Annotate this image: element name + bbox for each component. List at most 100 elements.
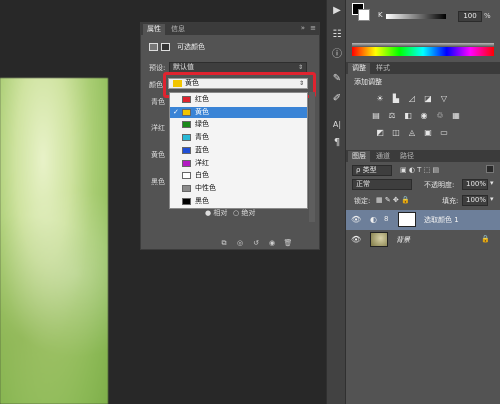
eye-icon[interactable]: 👁 [351, 215, 361, 224]
preset-value: 默认值 [173, 63, 194, 71]
dropdown-option[interactable]: 黑色 [170, 196, 307, 208]
tab-adjustments[interactable]: 调整 [348, 63, 370, 74]
k-channel-label: K [378, 11, 383, 19]
vibrance-icon[interactable]: ▽ [438, 94, 450, 104]
gradient-map-icon[interactable]: ▭ [438, 128, 450, 138]
panel-menu-icon[interactable]: ≡ [310, 24, 316, 32]
tab-info[interactable]: 信息 [167, 24, 189, 35]
clip-to-layer-icon[interactable]: ⧉ [219, 239, 229, 247]
relative-radio[interactable]: ● 相对 [205, 208, 227, 218]
color-swatch [182, 121, 191, 129]
layer-kind-value: 类型 [362, 166, 377, 174]
blend-mode-select[interactable]: 正常 [352, 179, 412, 190]
opacity-chevron-icon[interactable]: ▾ [490, 179, 494, 187]
photo-filter-icon[interactable]: ◉ [418, 111, 430, 121]
layer-mask-thumbnail[interactable] [398, 212, 416, 227]
brightness-icon[interactable]: ☀ [374, 94, 386, 104]
color-panel: K 100 % [346, 0, 500, 56]
chain-link-icon[interactable]: 8 [384, 215, 388, 223]
dropdown-option[interactable]: 洋红 [170, 158, 307, 170]
black-white-icon[interactable]: ◧ [402, 111, 414, 121]
preset-label: 预设: [149, 64, 166, 72]
fill-input[interactable]: 100% [462, 195, 488, 206]
channel-mixer-icon[interactable]: ♲ [434, 111, 446, 121]
layer-row-background[interactable]: 👁 背景 🔒 [346, 230, 500, 250]
curves-icon[interactable]: ◿ [406, 94, 418, 104]
dropdown-option[interactable]: 蓝色 [170, 145, 307, 157]
dropdown-option[interactable]: 中性色 [170, 183, 307, 195]
posterize-icon[interactable]: ◫ [390, 128, 402, 138]
option-label: 黑色 [195, 196, 209, 205]
dropdown-option[interactable]: 红色 [170, 94, 307, 106]
option-label: 蓝色 [195, 145, 209, 154]
color-lookup-icon[interactable]: ▦ [450, 111, 462, 121]
properties-footer: ⧉ ◎ ↺ ◉ 🗑 [141, 237, 319, 249]
layer-thumbnail[interactable] [370, 232, 388, 247]
play-icon[interactable]: ▶ [330, 4, 344, 18]
color-swatch [182, 146, 191, 154]
right-panels: K 100 % 调整 样式 添加调整 ☀ ▙ ◿ ◪ ▽ ▤ ⚖ ◧ ◉ ♲ ▦… [346, 0, 500, 404]
adjustment-layer-icon [149, 43, 158, 51]
color-dropdown-list: 红色 ✓ 黄色 绿色青色蓝色洋红白色 中性色 黑色 [169, 92, 308, 209]
opacity-input[interactable]: 100% [462, 179, 488, 190]
dropdown-option[interactable]: 白色 [170, 170, 307, 182]
opacity-label: 不透明度: [424, 181, 455, 189]
properties-title: 可选颜色 [177, 43, 205, 51]
hue-saturation-icon[interactable]: ▤ [370, 111, 382, 121]
filter-icon: ρ [356, 166, 363, 174]
k-value-input[interactable]: 100 [458, 11, 482, 22]
layer-row-selective-color[interactable]: 👁 ◐ 8 选取颜色 1 [346, 210, 500, 230]
option-label: 洋红 [195, 158, 209, 167]
absolute-radio[interactable]: ○ 绝对 [233, 208, 255, 218]
exposure-icon[interactable]: ◪ [422, 94, 434, 104]
eye-icon[interactable]: 👁 [351, 235, 361, 244]
panel-icon-strip: ▶ ☷ ⓘ ✎ ✐ A| ¶ [326, 0, 346, 404]
lock-label: 锁定: [354, 197, 371, 205]
color-swatch [182, 184, 191, 192]
paragraph-icon[interactable]: ¶ [330, 136, 344, 150]
reset-icon[interactable]: ↺ [251, 239, 261, 247]
invert-icon[interactable]: ◩ [374, 128, 386, 138]
color-swatch [182, 134, 191, 142]
filter-icons[interactable]: ▣ ◐ T ⬚ ▤ [400, 166, 439, 174]
properties-scrollbar[interactable] [309, 92, 315, 222]
info-icon[interactable]: ⓘ [330, 48, 344, 62]
filter-toggle[interactable] [486, 165, 494, 173]
k-slider[interactable] [386, 14, 446, 19]
layer-name[interactable]: 选取颜色 1 [424, 215, 459, 225]
layer-kind-filter[interactable]: ρ 类型 [352, 165, 392, 176]
dropdown-option[interactable]: 绿色 [170, 119, 307, 131]
tab-layers[interactable]: 图层 [348, 151, 370, 162]
character-icon[interactable]: A| [330, 118, 344, 132]
tab-channels[interactable]: 通道 [372, 151, 394, 162]
adjustments-panel: 添加调整 ☀ ▙ ◿ ◪ ▽ ▤ ⚖ ◧ ◉ ♲ ▦ ◩ ◫ ◬ ▣ ▭ [346, 74, 500, 152]
layer-name[interactable]: 背景 [396, 235, 410, 245]
color-spectrum[interactable] [352, 47, 494, 56]
properties-icon[interactable]: ☷ [330, 28, 344, 42]
tab-paths[interactable]: 路径 [396, 151, 418, 162]
dropdown-option[interactable]: 青色 [170, 132, 307, 144]
brush-presets-icon[interactable]: ✐ [330, 92, 344, 106]
color-balance-icon[interactable]: ⚖ [386, 111, 398, 121]
view-previous-icon[interactable]: ◎ [235, 239, 245, 247]
levels-icon[interactable]: ▙ [390, 94, 402, 104]
background-color-swatch[interactable] [358, 9, 370, 21]
visibility-icon[interactable]: ◉ [267, 239, 277, 247]
brush-icon[interactable]: ✎ [330, 72, 344, 86]
trash-icon[interactable]: 🗑 [283, 239, 293, 247]
collapse-icon[interactable]: » [301, 24, 305, 32]
canvas-photo[interactable] [0, 78, 108, 404]
color-swatch [182, 108, 191, 116]
color-swatch [182, 197, 191, 205]
spectrum-highlight [352, 43, 494, 47]
checkmark-icon: ✓ [173, 107, 179, 116]
dropdown-option[interactable]: ✓ 黄色 [170, 106, 307, 119]
selective-color-icon[interactable]: ▣ [422, 128, 434, 138]
lock-icons[interactable]: ▦ ✎ ✥ 🔒 [376, 196, 410, 204]
option-label: 青色 [195, 133, 209, 142]
tab-styles[interactable]: 样式 [372, 63, 394, 74]
threshold-icon[interactable]: ◬ [406, 128, 418, 138]
fill-chevron-icon[interactable]: ▾ [490, 195, 494, 203]
tab-properties[interactable]: 属性 [143, 24, 165, 35]
magenta-label: 洋红 [151, 124, 165, 132]
